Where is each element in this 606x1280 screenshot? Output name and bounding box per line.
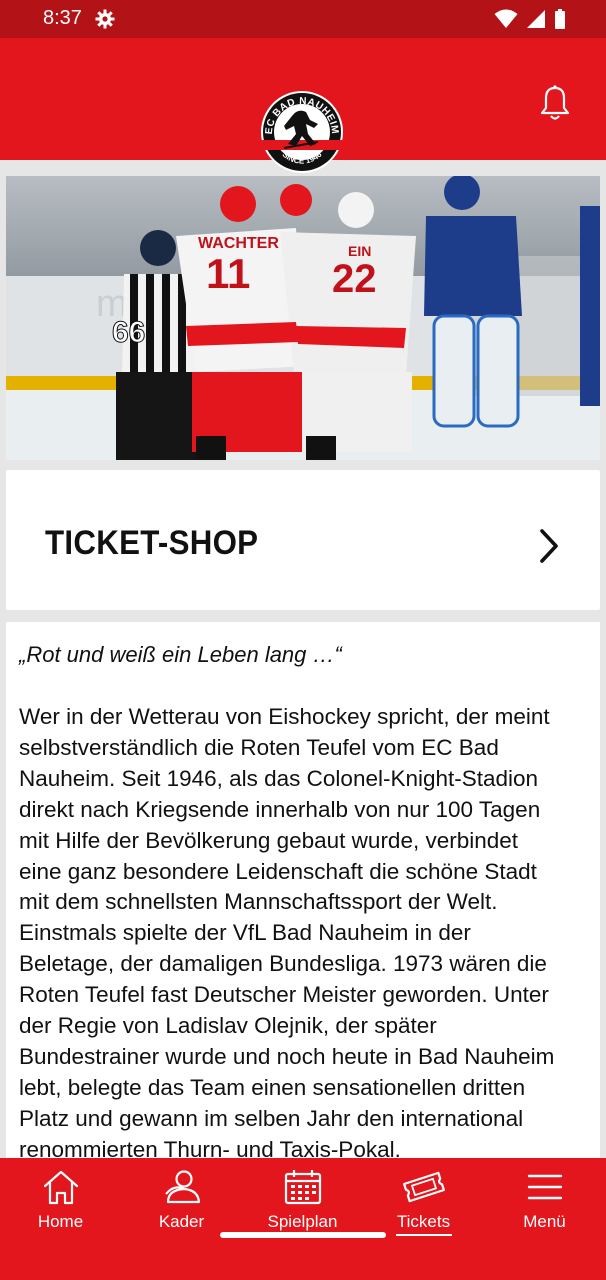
active-tab-indicator xyxy=(396,1234,452,1236)
history-body-text: Wer in der Wetterau von Eishockey sprich… xyxy=(19,702,595,1166)
nav-item-home[interactable]: Home xyxy=(0,1158,121,1238)
status-icons xyxy=(494,9,566,33)
referee-number: 66 xyxy=(112,316,145,349)
bell-icon[interactable] xyxy=(538,84,572,126)
kader-icon xyxy=(162,1168,202,1210)
ticket-shop-title: TICKET-SHOP xyxy=(45,524,259,562)
menu-icon xyxy=(525,1168,565,1210)
nav-label-kader: Kader xyxy=(158,1212,205,1231)
nav-item-kader[interactable]: Kader xyxy=(121,1158,242,1238)
nav-item-spielplan[interactable]: Spielplan xyxy=(242,1158,363,1238)
wifi-icon xyxy=(494,9,518,33)
history-line: mit Hilfe der Bevölkerung gebaut wurde, … xyxy=(19,827,519,853)
nav-item-menu[interactable]: Menü xyxy=(484,1158,605,1238)
ticket-icon xyxy=(402,1168,446,1210)
signal-icon xyxy=(526,9,546,33)
nav-label-tickets: Tickets xyxy=(396,1212,451,1231)
history-line: Roten Teufel fast Deutscher Meister gewo… xyxy=(19,982,549,1008)
club-logo[interactable]: EC BAD NAUHEIM SINCE 1946 xyxy=(258,90,346,174)
history-line: Wer in der Wetterau von Eishockey sprich… xyxy=(19,704,550,729)
nav-label-home: Home xyxy=(37,1212,84,1231)
settings-gear-icon xyxy=(95,9,115,33)
player-number-11: 11 xyxy=(206,250,250,297)
history-quote: „Rot und weiß ein Leben lang …“ xyxy=(19,642,342,667)
chevron-right-icon xyxy=(538,528,560,568)
player-number-22: 22 xyxy=(332,257,377,301)
ticket-shop-card[interactable]: TICKET-SHOP xyxy=(6,470,600,610)
bottom-navigation: Home Kader Spielplan Tickets Menü xyxy=(0,1158,606,1280)
nav-label-menu: Menü xyxy=(523,1212,566,1231)
nav-item-tickets[interactable]: Tickets xyxy=(363,1158,484,1238)
history-line: Einstmals spielte der VfL Bad Nauheim in… xyxy=(19,920,471,946)
club-history-card: „Rot und weiß ein Leben lang …“ Wer in d… xyxy=(6,622,600,1182)
history-line: der Regie von Ladislav Olejnik, der spät… xyxy=(19,1013,437,1039)
history-line: eine ganz besondere Leidenschaft die sch… xyxy=(19,858,537,884)
history-line: Bundestrainer wurde und noch heute in Ba… xyxy=(19,1043,555,1069)
history-line: mit dem schnellsten Mannschaftssport der… xyxy=(19,889,498,915)
history-line: Beletage, der damaligen Bundesliga. 1973… xyxy=(19,951,547,977)
nav-label-spielplan: Spielplan xyxy=(267,1212,338,1231)
gesture-home-indicator[interactable] xyxy=(220,1232,386,1238)
battery-icon xyxy=(554,9,566,33)
history-line: selbstverständlich die Roten Teufel vom … xyxy=(19,734,499,760)
calendar-icon xyxy=(283,1168,323,1210)
status-bar: 8:37 xyxy=(0,0,606,38)
history-line: Platz und gewann im selben Jahr den inte… xyxy=(19,1105,524,1131)
history-line: lebt, belegte das Team einen sensationel… xyxy=(19,1074,526,1100)
status-time: 8:37 xyxy=(43,7,82,29)
hero-team-photo: m 66 WACHTER 11 EIN 22 xyxy=(6,176,600,460)
history-line: direkt nach Kriegsende innerhalb von nur… xyxy=(19,796,541,822)
history-line: Nauheim. Seit 1946, als das Colonel-Knig… xyxy=(19,765,539,791)
home-icon xyxy=(41,1168,81,1210)
